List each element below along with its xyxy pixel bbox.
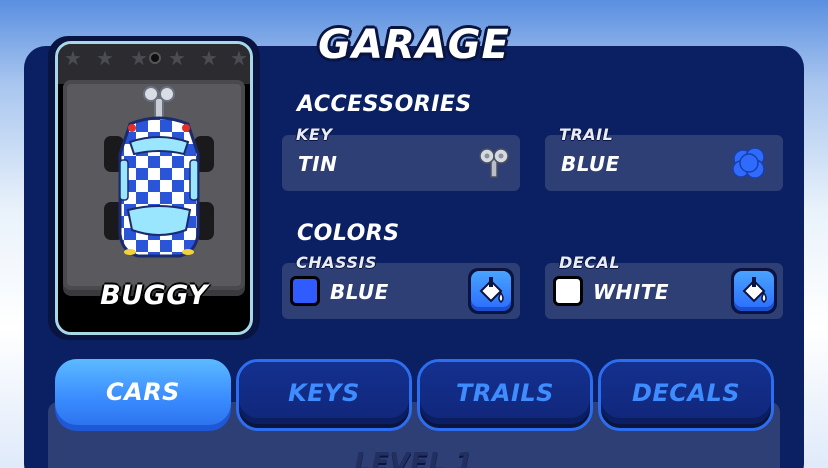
key-label: KEY bbox=[296, 125, 333, 144]
tab-cars[interactable]: CARS bbox=[55, 359, 231, 431]
level-label: LEVEL 1 bbox=[354, 448, 474, 468]
smoke-puff-icon bbox=[732, 147, 765, 179]
star-icon: ★ bbox=[230, 46, 248, 70]
tab-trails-label: TRAILS bbox=[420, 362, 590, 424]
wind-up-key-icon bbox=[479, 148, 509, 178]
chassis-value: BLUE bbox=[330, 280, 389, 304]
star-icon: ★ bbox=[96, 46, 114, 70]
car-name-label: BUGGY bbox=[100, 280, 208, 311]
decal-label: DECAL bbox=[559, 253, 621, 272]
colors-heading: COLORS bbox=[297, 221, 400, 246]
chassis-label: CHASSIS bbox=[296, 253, 377, 272]
chassis-color-swatch bbox=[290, 276, 320, 306]
trail-label: TRAIL bbox=[559, 125, 614, 144]
car-card-frame: ★ ★ ★ ★ ★ ★ BUGGY bbox=[55, 41, 253, 335]
key-value: TIN bbox=[298, 152, 338, 176]
accessories-heading: ACCESSORIES bbox=[297, 92, 472, 117]
tab-decals[interactable]: DECALS bbox=[598, 359, 774, 431]
tab-decals-label: DECALS bbox=[601, 362, 771, 424]
tab-keys[interactable]: KEYS bbox=[236, 359, 412, 431]
card-hole bbox=[149, 52, 161, 64]
chassis-paint-button[interactable] bbox=[468, 268, 514, 314]
star-icon: ★ bbox=[64, 46, 82, 70]
tab-keys-label: KEYS bbox=[239, 362, 409, 424]
decal-color-swatch bbox=[553, 276, 583, 306]
car-card[interactable]: ★ ★ ★ ★ ★ ★ BUGGY bbox=[48, 36, 260, 340]
buggy-car-image bbox=[100, 84, 218, 268]
star-icon: ★ bbox=[130, 46, 148, 70]
tab-trails[interactable]: TRAILS bbox=[417, 359, 593, 431]
decal-color-selector[interactable]: DECAL WHITE bbox=[545, 253, 783, 319]
chassis-color-selector[interactable]: CHASSIS BLUE bbox=[282, 253, 520, 319]
star-icon: ★ bbox=[168, 46, 186, 70]
star-icon: ★ bbox=[200, 46, 218, 70]
tab-cars-label: CARS bbox=[55, 359, 231, 425]
paint-bucket-icon bbox=[479, 277, 504, 303]
trail-selector[interactable]: TRAIL BLUE bbox=[545, 125, 783, 191]
paint-bucket-icon bbox=[742, 277, 767, 303]
decal-value: WHITE bbox=[593, 280, 670, 304]
trail-value: BLUE bbox=[561, 152, 620, 176]
key-selector[interactable]: KEY TIN bbox=[282, 125, 520, 191]
star-rating-strip: ★ ★ ★ ★ ★ ★ bbox=[58, 44, 250, 84]
decal-paint-button[interactable] bbox=[731, 268, 777, 314]
